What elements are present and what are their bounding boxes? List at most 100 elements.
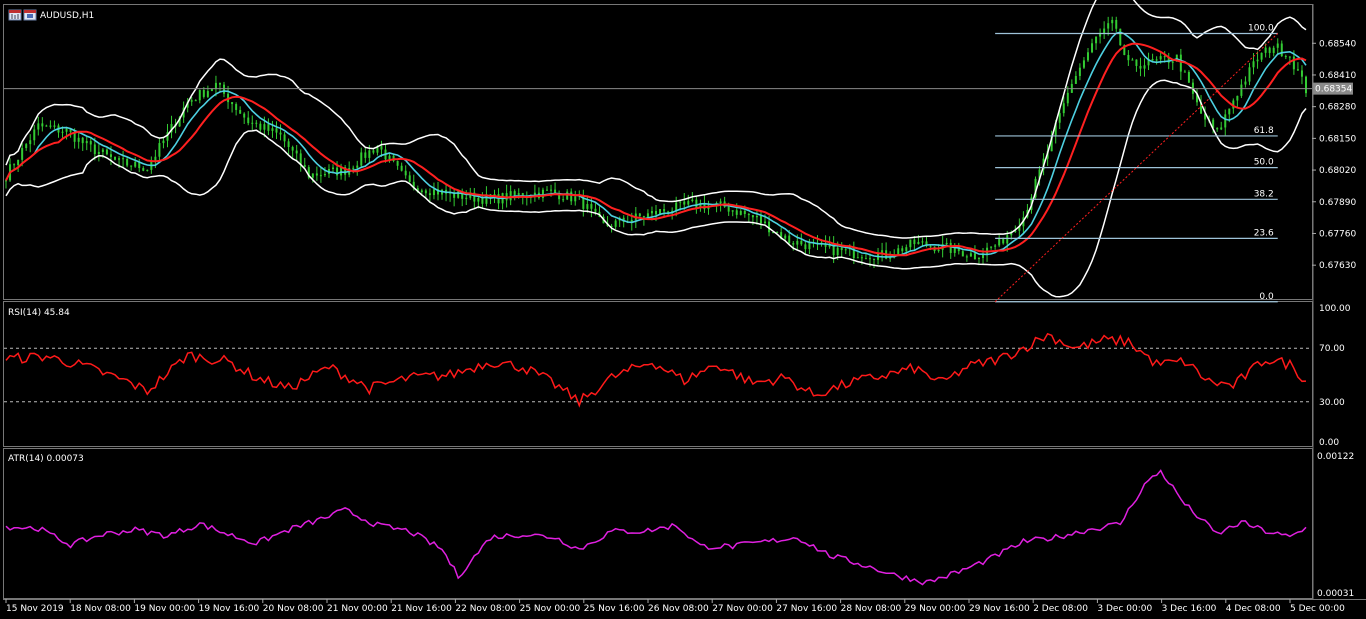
candle-body (1220, 127, 1223, 130)
candle-body (586, 204, 589, 209)
time-axis-label: 19 Nov 16:00 (199, 604, 260, 614)
candle-body (590, 204, 593, 209)
candle-body (1103, 28, 1106, 34)
candle-body (759, 216, 762, 224)
atr-axis-label: 0.00031 (1317, 589, 1354, 599)
candle-body (683, 201, 686, 205)
time-axis-label: 3 Dec 16:00 (1162, 604, 1217, 614)
candle-body (642, 216, 645, 218)
bollinger-upper-band (5, 0, 1307, 239)
candle-body (247, 117, 250, 124)
chart-properties-icon[interactable] (23, 9, 37, 21)
time-axis-label: 27 Nov 16:00 (776, 604, 837, 614)
fibonacci-level-label: 0.0 (1259, 292, 1274, 302)
candle-body (764, 221, 767, 224)
candle-body (1179, 54, 1182, 72)
candle-body (1066, 92, 1069, 104)
price-axis-label: 0.67760 (1319, 229, 1356, 239)
candle-body (727, 206, 730, 212)
candle-body (550, 189, 553, 191)
candle-body (663, 209, 666, 212)
rsi-panel[interactable] (3, 301, 1313, 447)
candle-body (251, 122, 254, 124)
chart-window-icon[interactable] (8, 9, 22, 21)
atr-title: ATR(14) 0.00073 (8, 454, 84, 464)
candle-body (235, 104, 238, 110)
candle-body (1074, 75, 1077, 84)
time-axis-label: 29 Nov 00:00 (905, 604, 966, 614)
candle-body (77, 137, 80, 142)
candle-body (49, 125, 52, 127)
atr-axis-label: 0.00122 (1317, 452, 1354, 462)
candle-body (844, 249, 847, 251)
time-axis-label: 21 Nov 16:00 (391, 604, 452, 614)
candle-body (1280, 43, 1283, 57)
candle-body (1119, 28, 1122, 46)
candle-body (162, 140, 165, 144)
candle-body (287, 141, 290, 148)
time-axis-label: 25 Nov 16:00 (584, 604, 645, 614)
candle-body (864, 258, 867, 260)
candle-body (679, 201, 682, 203)
candle-body (562, 199, 565, 201)
candle-body (1159, 56, 1162, 60)
candle-body (868, 258, 871, 260)
candle-body (1244, 81, 1247, 85)
candle-body (937, 249, 940, 252)
candle-body (372, 150, 375, 153)
candle-body (570, 191, 573, 202)
candle-body (404, 170, 407, 176)
candle-body (146, 169, 149, 171)
candle-body (210, 88, 213, 92)
candle-body (719, 201, 722, 204)
candle-body (1216, 127, 1219, 130)
candle-body (1143, 65, 1146, 69)
candle-body (118, 158, 121, 160)
candle-body (792, 243, 795, 245)
candle-body (949, 242, 952, 253)
candle-body (114, 156, 117, 160)
candle-body (29, 140, 32, 145)
candle-body (109, 154, 112, 157)
time-axis-label: 25 Nov 00:00 (520, 604, 581, 614)
candle-body (13, 164, 16, 166)
time-axis-label: 20 Nov 08:00 (263, 604, 324, 614)
fast-moving-average (5, 31, 1307, 258)
time-axis-label: 29 Nov 16:00 (969, 604, 1030, 614)
candle-body (836, 247, 839, 256)
current-price-value: 0.68354 (1315, 85, 1352, 95)
candle-body (295, 150, 298, 154)
candle-body (687, 201, 690, 205)
candle-group (5, 16, 1307, 269)
candle-body (638, 213, 641, 217)
candle-body (509, 191, 512, 201)
candle-body (33, 129, 36, 141)
candle-body (1288, 56, 1291, 58)
price-panel[interactable] (3, 4, 1313, 300)
candle-body (743, 210, 746, 215)
candle-body (303, 164, 306, 168)
candle-body (332, 167, 335, 170)
candle-body (1171, 61, 1174, 63)
candle-body (856, 257, 859, 259)
candle-body (751, 215, 754, 218)
candle-body (65, 128, 68, 132)
candle-body (840, 247, 843, 251)
price-axis-label: 0.67890 (1319, 198, 1356, 208)
candle-body (223, 84, 226, 94)
candle-body (554, 189, 557, 194)
price-axis-label: 0.68280 (1319, 103, 1356, 113)
candle-body (1111, 19, 1114, 24)
fibonacci-level-label: 61.8 (1254, 126, 1274, 136)
candle-body (913, 239, 916, 245)
candle-body (1300, 70, 1303, 77)
candle-body (1236, 95, 1239, 101)
time-axis-label: 27 Nov 00:00 (712, 604, 773, 614)
candle-body (1163, 56, 1166, 58)
candle-body (731, 210, 734, 212)
candle-body (323, 173, 326, 176)
time-axis-label: 5 Dec 00:00 (1290, 604, 1345, 614)
trading-terminal-chart[interactable]: AUDUSD,H1 100.0 61.8 50.0 38.2 23.6 0.0 0.6835… (0, 0, 1366, 619)
candle-body (352, 167, 355, 169)
candle-body (400, 165, 403, 171)
